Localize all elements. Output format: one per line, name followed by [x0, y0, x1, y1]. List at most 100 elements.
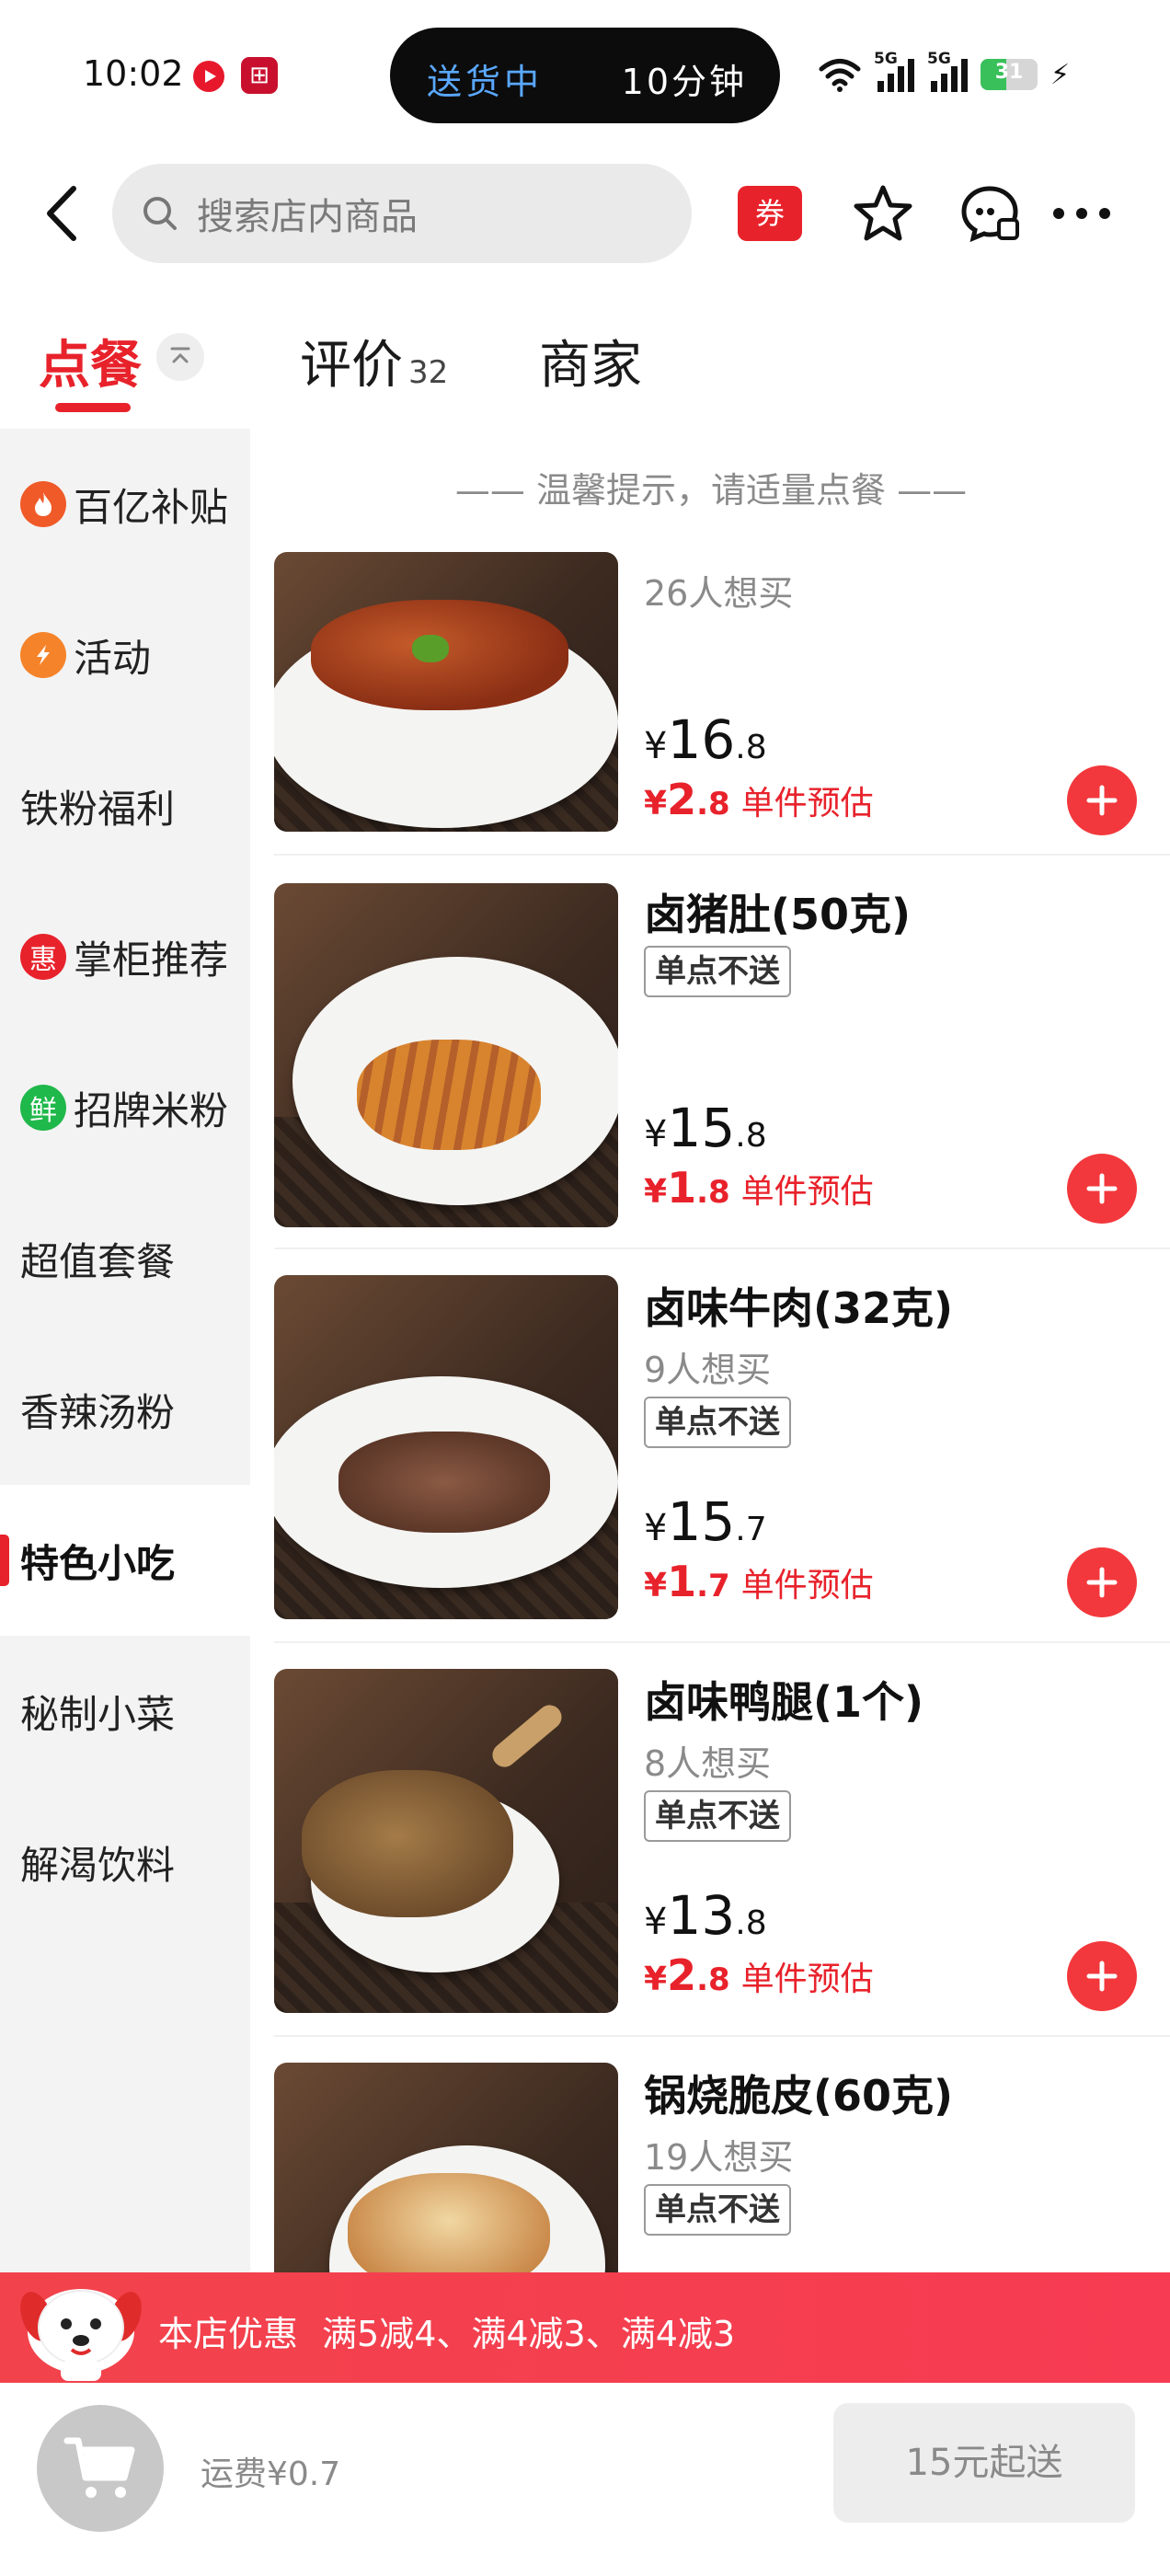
- product-estimated-price: ¥1.8 单件预估: [644, 1163, 874, 1213]
- product-tag: 单点不送: [644, 2184, 791, 2236]
- product-price: ¥15.8: [644, 1097, 767, 1159]
- sidebar-item-value-sets[interactable]: 超值套餐: [0, 1183, 250, 1334]
- status-icons: 5G 5G 31 ⚡: [819, 50, 1071, 98]
- sidebar-item-label: 掌柜推荐: [74, 937, 229, 983]
- coupon-button[interactable]: 券: [738, 186, 802, 241]
- product-item[interactable]: 26人想买 ¥16.8 ¥2.8 单件预估: [274, 550, 1170, 856]
- product-estimated-price: ¥2.8 单件预估: [644, 1950, 874, 2000]
- plus-icon: [1086, 1173, 1118, 1204]
- plus-icon: [1086, 1567, 1118, 1598]
- flame-icon: [20, 481, 66, 527]
- sidebar-item-side-dishes[interactable]: 秘制小菜: [0, 1636, 250, 1787]
- product-name: 卤猪肚(50克): [644, 890, 912, 939]
- tag-icon: [20, 632, 66, 678]
- sidebar-item-recommend[interactable]: 惠 掌柜推荐: [0, 881, 250, 1032]
- more-button[interactable]: [1045, 177, 1118, 250]
- checkout-bar: 运费¥0.7 15元起送: [0, 2383, 1170, 2576]
- product-want-count: 8人想买: [644, 1743, 772, 1784]
- sidebar-item-drinks[interactable]: 解渴饮料: [0, 1787, 250, 1938]
- review-count: 32: [408, 354, 449, 391]
- braised-pork-trotter-photo[interactable]: [274, 552, 618, 832]
- cart-button[interactable]: [37, 2405, 164, 2532]
- product-item[interactable]: 卤味牛肉(32克) 9人想买 单点不送 ¥15.7 ¥1.7 单件预估: [274, 1249, 1170, 1643]
- dynamic-island[interactable]: 送货中 10分钟: [390, 28, 780, 123]
- product-want-count: 26人想买: [644, 573, 794, 614]
- favorite-button[interactable]: [846, 177, 920, 250]
- add-to-cart-button[interactable]: [1067, 1154, 1137, 1224]
- product-want-count: 19人想买: [644, 2137, 794, 2178]
- product-estimated-price: ¥1.7 单件预估: [644, 1557, 874, 1606]
- mascot-dog-icon: [20, 2289, 142, 2381]
- sidebar-item-label: 香辣汤粉: [20, 1389, 176, 1435]
- collapse-up-icon: [170, 347, 190, 363]
- product-name: 卤味牛肉(32克): [644, 1283, 954, 1333]
- product-price: ¥15.7: [644, 1490, 767, 1553]
- tab-reviews[interactable]: 评价 32: [300, 324, 448, 398]
- shopping-cart-icon: [63, 2437, 135, 2498]
- sidebar-item-spicy-soup[interactable]: 香辣汤粉: [0, 1334, 250, 1485]
- product-tag: 单点不送: [644, 1790, 791, 1842]
- wifi-icon: [819, 59, 861, 92]
- sidebar-item-label: 特色小吃: [20, 1540, 176, 1586]
- discount-title: 本店优惠: [158, 2314, 299, 2354]
- discount-deals: 满5减4、满4减3、满4减3: [322, 2314, 736, 2354]
- sidebar-item-label: 解渴饮料: [20, 1842, 176, 1888]
- crispy-pork-photo[interactable]: [274, 2063, 618, 2272]
- tab-order[interactable]: 点餐: [39, 324, 142, 398]
- product-estimated-price: ¥2.8 单件预估: [644, 775, 874, 824]
- app-icon: ⊞: [241, 57, 278, 94]
- add-to-cart-button[interactable]: [1067, 1547, 1137, 1617]
- chat-button[interactable]: [953, 177, 1027, 250]
- chat-icon: [961, 186, 1019, 243]
- xian-badge-icon: 鲜: [20, 1085, 66, 1131]
- hui-badge-icon: 惠: [20, 934, 66, 980]
- product-name: 锅烧脆皮(60克): [644, 2071, 954, 2121]
- store-header: 搜索店内商品 券: [0, 156, 1170, 270]
- sidebar-item-label: 铁粉福利: [20, 786, 176, 832]
- sidebar-item-snacks[interactable]: 特色小吃: [0, 1485, 250, 1636]
- signal-icon-2: 5G: [927, 50, 968, 92]
- sidebar-item-label: 活动: [74, 635, 152, 681]
- store-tabs: 点餐 评价 32 商家: [0, 304, 1170, 423]
- braised-pork-tripe-photo[interactable]: [274, 883, 618, 1227]
- store-discount-bar[interactable]: 本店优惠 满5减4、满4减3、满4减3: [0, 2272, 1170, 2383]
- plus-icon: [1086, 1961, 1118, 1992]
- signal-icon: 5G: [874, 50, 914, 92]
- sidebar-item-signature-noodles[interactable]: 鲜 招牌米粉: [0, 1032, 250, 1183]
- product-item[interactable]: 卤猪肚(50克) 单点不送 ¥15.8 ¥1.8 单件预估: [274, 856, 1170, 1249]
- video-app-icon: [193, 61, 224, 92]
- tab-underline: [55, 403, 131, 412]
- back-button[interactable]: [35, 182, 90, 245]
- sidebar-item-activity[interactable]: 活动: [0, 580, 250, 730]
- product-price: ¥16.8: [644, 708, 767, 771]
- product-name: 卤味鸭腿(1个): [644, 1677, 924, 1727]
- order-notice: —— 温馨提示，请适量点餐 ——: [454, 470, 968, 511]
- sidebar-item-label: 秘制小菜: [20, 1691, 176, 1737]
- star-icon: [854, 185, 912, 241]
- add-to-cart-button[interactable]: [1067, 765, 1137, 835]
- sidebar-item-label: 百亿补贴: [74, 484, 229, 530]
- search-placeholder: 搜索店内商品: [197, 196, 418, 238]
- tab-merchant[interactable]: 商家: [539, 324, 642, 398]
- category-sidebar: 百亿补贴 活动 铁粉福利 惠 掌柜推荐 鲜 招牌米粉 超值套餐 香辣汤粉 特色小…: [0, 429, 250, 2272]
- collapse-button[interactable]: [156, 333, 204, 381]
- search-input[interactable]: 搜索店内商品: [112, 164, 692, 263]
- minimum-order-button[interactable]: 15元起送: [833, 2403, 1135, 2523]
- status-bar: 10:02 ⊞ 送货中 10分钟 5G 5G 31 ⚡: [0, 0, 1170, 147]
- delivery-fee: 运费¥0.7: [201, 2455, 341, 2493]
- status-time: 10:02: [83, 53, 184, 94]
- sidebar-item-fan-benefits[interactable]: 铁粉福利: [0, 730, 250, 881]
- braised-beef-photo[interactable]: [274, 1275, 618, 1619]
- island-status-text: 送货中: [427, 62, 544, 102]
- island-eta-text: 10分钟: [621, 62, 747, 102]
- product-item[interactable]: 锅烧脆皮(60克) 19人想买 单点不送: [274, 2037, 1170, 2272]
- product-tag: 单点不送: [644, 1397, 791, 1448]
- more-icon: [1053, 208, 1110, 219]
- product-item[interactable]: 卤味鸭腿(1个) 8人想买 单点不送 ¥13.8 ¥2.8 单件预估: [274, 1643, 1170, 2037]
- braised-duck-leg-photo[interactable]: [274, 1669, 618, 2013]
- product-want-count: 9人想买: [644, 1350, 772, 1390]
- add-to-cart-button[interactable]: [1067, 1941, 1137, 2011]
- sidebar-item-subsidy[interactable]: 百亿补贴: [0, 429, 250, 580]
- charging-icon: ⚡: [1050, 58, 1071, 91]
- search-icon: [143, 197, 177, 230]
